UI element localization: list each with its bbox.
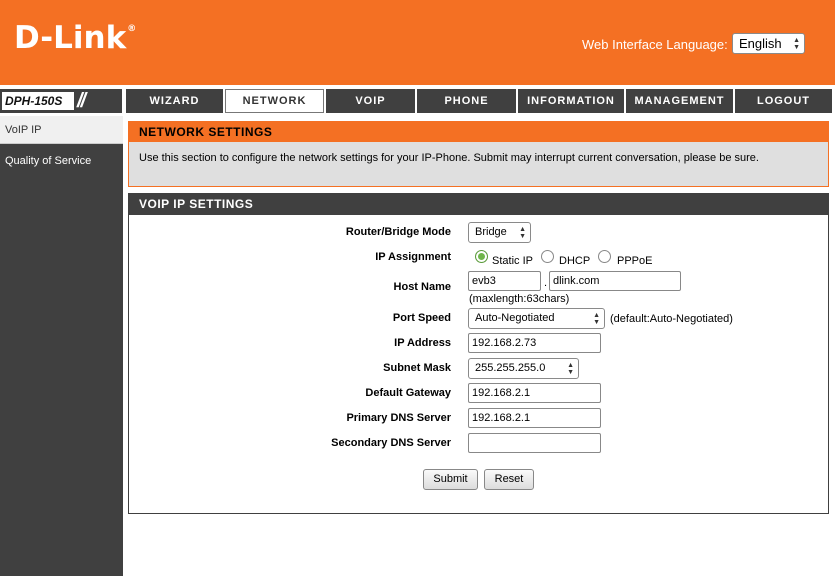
- router-bridge-mode-label: Router/Bridge Mode: [345, 226, 451, 238]
- slash-decoration-icon: //: [77, 90, 86, 112]
- tab-network[interactable]: NETWORK: [225, 89, 324, 113]
- sidebar-item-voip-ip[interactable]: VoIP IP: [0, 116, 123, 144]
- sidebar: [0, 116, 123, 576]
- up-down-arrows-icon: ▲ ▼: [519, 225, 526, 240]
- secondary-dns-input[interactable]: [468, 433, 601, 453]
- model-label: DPH-150S: [2, 92, 74, 110]
- subnet-mask-select[interactable]: 255.255.255.0 ▲ ▼: [468, 358, 579, 379]
- domain-name-input[interactable]: dlink.com: [549, 271, 681, 291]
- dhcp-label: DHCP: [559, 255, 591, 267]
- tab-voip[interactable]: VOIP: [326, 89, 415, 113]
- pppoe-radio[interactable]: [598, 250, 611, 263]
- port-speed-label: Port Speed: [392, 312, 451, 324]
- network-settings-description: Use this section to configure the networ…: [139, 152, 759, 164]
- language-label: Web Interface Language:: [582, 37, 728, 52]
- router-bridge-mode-value: Bridge: [475, 226, 507, 238]
- tab-wizard[interactable]: WIZARD: [126, 89, 223, 113]
- router-bridge-mode-select[interactable]: Bridge ▲ ▼: [468, 222, 531, 243]
- header: D-Link® Web Interface Language: English …: [0, 0, 835, 85]
- up-down-arrows-icon: ▲ ▼: [593, 311, 600, 326]
- pppoe-label: PPPoE: [617, 255, 653, 267]
- dhcp-radio[interactable]: [541, 250, 554, 263]
- reset-button[interactable]: Reset: [484, 469, 534, 490]
- port-speed-value: Auto-Negotiated: [475, 312, 555, 324]
- host-name-label: Host Name: [393, 281, 451, 293]
- voip-ip-settings-title: VOIP IP SETTINGS: [129, 194, 828, 215]
- host-name-input[interactable]: evb3: [468, 271, 541, 291]
- submit-button[interactable]: Submit: [423, 469, 478, 490]
- secondary-dns-label: Secondary DNS Server: [331, 437, 451, 449]
- primary-dns-label: Primary DNS Server: [346, 412, 451, 424]
- host-name-maxlength-note: (maxlength:63chars): [469, 293, 570, 305]
- tab-phone[interactable]: PHONE: [417, 89, 516, 113]
- default-gateway-label: Default Gateway: [365, 387, 451, 399]
- port-speed-select[interactable]: Auto-Negotiated ▲ ▼: [468, 308, 605, 329]
- tab-management[interactable]: MANAGEMENT: [626, 89, 733, 113]
- model-box: DPH-150S //: [0, 89, 122, 113]
- ip-address-label: IP Address: [394, 337, 451, 349]
- subnet-mask-label: Subnet Mask: [383, 362, 451, 374]
- static-ip-label: Static IP: [492, 255, 533, 267]
- sidebar-item-quality-of-service[interactable]: Quality of Service: [0, 147, 123, 175]
- primary-dns-input[interactable]: 192.168.2.1: [468, 408, 601, 428]
- host-domain-separator: .: [544, 277, 548, 289]
- ip-assignment-label: IP Assignment: [375, 251, 451, 263]
- static-ip-radio[interactable]: [475, 250, 488, 263]
- dlink-logo: D-Link®: [14, 20, 137, 56]
- language-select[interactable]: English ▲ ▼: [732, 33, 805, 54]
- network-settings-title: NETWORK SETTINGS: [129, 122, 828, 142]
- port-speed-default-note: (default:Auto-Negotiated): [610, 313, 733, 325]
- language-select-value: English: [739, 36, 782, 51]
- subnet-mask-value: 255.255.255.0: [475, 362, 546, 374]
- ip-address-input[interactable]: 192.168.2.73: [468, 333, 601, 353]
- network-settings-panel: NETWORK SETTINGS Use this section to con…: [128, 121, 829, 187]
- up-down-arrows-icon: ▲ ▼: [793, 36, 800, 51]
- up-down-arrows-icon: ▲ ▼: [567, 361, 574, 376]
- default-gateway-input[interactable]: 192.168.2.1: [468, 383, 601, 403]
- tab-logout[interactable]: LOGOUT: [735, 89, 832, 113]
- tab-information[interactable]: INFORMATION: [518, 89, 624, 113]
